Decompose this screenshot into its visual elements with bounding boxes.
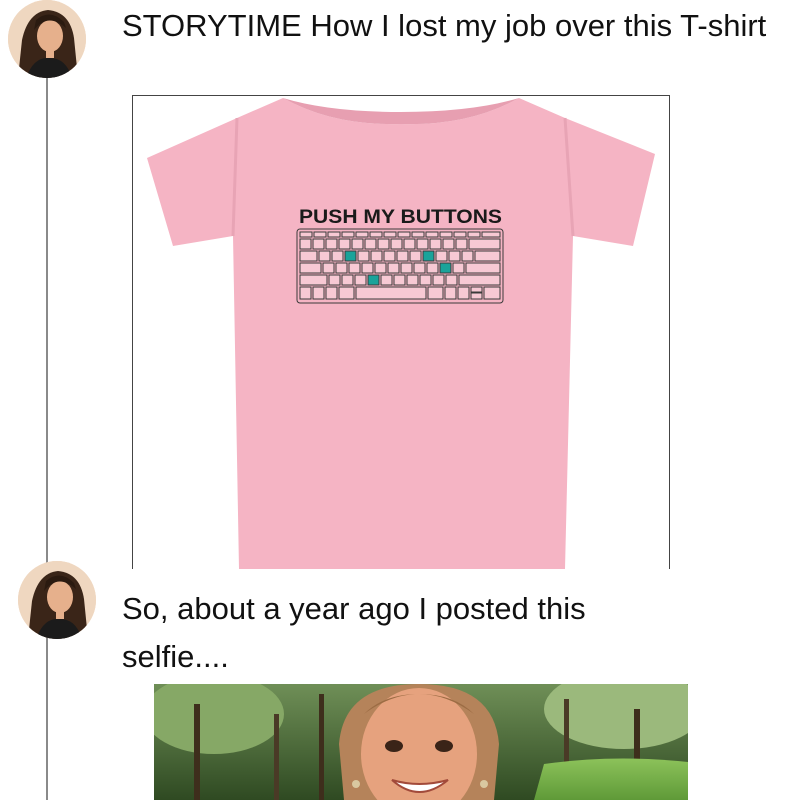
avatar[interactable] (8, 0, 86, 78)
post-image[interactable] (154, 684, 688, 800)
post-image[interactable]: PUSH MY BUTTONS (132, 95, 670, 569)
smiling-girl-selfie-image (154, 684, 688, 800)
shirt-text: PUSH MY BUTTONS (299, 207, 502, 228)
pink-keyboard-tshirt-image: PUSH MY BUTTONS (133, 96, 669, 569)
post-text: So, about a year ago I posted this selfi… (122, 591, 586, 674)
post-text: STORYTIME How I lost my job over this T-… (122, 8, 767, 43)
woman-avatar-icon (18, 561, 96, 639)
woman-avatar-icon (8, 0, 86, 78)
thread-line (46, 70, 48, 800)
avatar[interactable] (18, 561, 96, 639)
